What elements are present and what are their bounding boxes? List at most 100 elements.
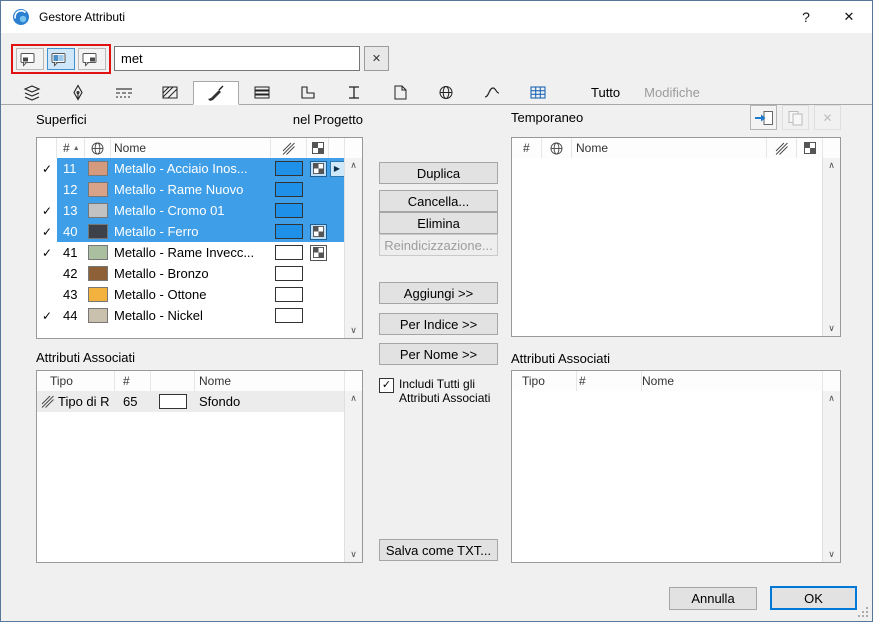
salva-txt-button[interactable]: Salva come TXT... [379,539,498,561]
row-number: 42 [57,263,85,284]
table-row[interactable]: ✓ 11 Metallo - Acciaio Inos... ▶ [37,158,345,179]
table-row[interactable]: ✓ 44 Metallo - Nickel [37,305,345,326]
tab-stili-markup[interactable] [377,81,423,104]
column-fill-type[interactable] [271,138,307,158]
vertical-scrollbar[interactable]: ∧ ∨ [344,391,362,562]
table-row[interactable]: 43 Metallo - Ottone [37,284,345,305]
surface-color-box[interactable] [275,224,303,239]
row-check[interactable]: ✓ [37,221,57,242]
elimina-button[interactable]: Elimina [379,212,498,234]
surface-color-box[interactable] [275,182,303,197]
help-button[interactable]: ? [786,1,826,33]
cities-globe-icon [435,84,457,101]
texture-button[interactable] [310,224,327,240]
temporary-table-body [512,158,823,336]
scroll-down-icon[interactable]: ∨ [823,321,840,336]
tab-sistemi-mep[interactable] [515,81,561,104]
row-name: Metallo - Nickel [111,305,271,326]
scroll-up-icon[interactable]: ∧ [823,391,840,406]
texture-cell [307,158,329,179]
surface-color-box[interactable] [275,203,303,218]
tab-superfici[interactable] [193,81,239,105]
row-check[interactable] [37,179,57,200]
tab-citta[interactable] [423,81,469,104]
assoc-table-body: Tipo di R 65 Sfondo [37,391,345,562]
close-button[interactable]: ✕ [826,1,872,33]
table-row[interactable]: 12 Metallo - Rame Nuovo [37,179,345,200]
tab-categorie-zona[interactable] [331,81,377,104]
attribute-type-tabstrip: Tutto Modifiche [1,81,872,105]
color-box-cell [271,158,307,179]
tab-penne[interactable] [55,81,101,104]
duplica-button[interactable]: Duplica [379,162,498,184]
right-panel-header: Temporaneo ✕ [511,105,841,130]
row-check[interactable]: ✓ [37,305,57,326]
scroll-down-icon[interactable]: ∨ [345,547,362,562]
tab-lucidi[interactable] [9,81,55,104]
scroll-down-icon[interactable]: ∨ [823,547,840,562]
search-input[interactable] [114,46,360,71]
tab-retini[interactable] [147,81,193,104]
tab-profili-operativi[interactable] [469,81,515,104]
temporary-toolbar: ✕ [750,105,841,130]
associated-attribute-row[interactable]: Tipo di R 65 Sfondo [37,391,345,412]
row-check[interactable] [37,263,57,284]
left-panel-title: Superfici [36,112,87,127]
surface-color-box[interactable] [275,287,303,302]
right-assoc-header: Attributi Associati [511,350,841,366]
checkbox-label: Includi Tutti gli Attributi Associati [399,377,500,405]
color-box-cell [271,179,307,200]
hatch-icon [41,395,54,408]
tab-stratigrafie[interactable] [239,81,285,104]
resize-grip[interactable] [856,605,869,618]
scroll-up-icon[interactable]: ∧ [345,391,362,406]
show-temporary-pane-button[interactable] [78,48,106,70]
show-both-panes-button[interactable] [47,48,75,70]
table-row[interactable]: ✓ 40 Metallo - Ferro [37,221,345,242]
row-check[interactable]: ✓ [37,158,57,179]
ok-button[interactable]: OK [770,586,857,610]
texture-button[interactable] [310,245,327,261]
scroll-up-icon[interactable]: ∧ [823,158,840,173]
import-attributes-button[interactable] [750,105,777,130]
aggiungi-button[interactable]: Aggiungi >> [379,282,498,304]
tab-tipi-linea[interactable] [101,81,147,104]
column-globe[interactable] [85,138,111,158]
row-check[interactable] [37,284,57,305]
column-texture[interactable] [307,138,329,158]
row-check[interactable]: ✓ [37,200,57,221]
table-row[interactable]: ✓ 41 Metallo - Rame Invecc... [37,242,345,263]
tab-profili[interactable] [285,81,331,104]
checkbox[interactable]: ✓ [379,378,394,393]
surface-color-box[interactable] [275,161,303,176]
row-check[interactable]: ✓ [37,242,57,263]
operation-profiles-icon [481,84,503,101]
surface-color-box[interactable] [275,266,303,281]
scroll-up-icon[interactable]: ∧ [345,158,362,173]
vertical-scrollbar[interactable]: ∧ ∨ [822,158,840,336]
scroll-down-icon[interactable]: ∨ [345,323,362,338]
vertical-scrollbar[interactable]: ∧ ∨ [344,158,362,338]
per-indice-button[interactable]: Per Indice >> [379,313,498,335]
tab-tutto[interactable]: Tutto [579,81,632,104]
vertical-scrollbar[interactable]: ∧ ∨ [822,391,840,562]
column-name[interactable]: Nome [111,138,271,158]
per-nome-button[interactable]: Per Nome >> [379,343,498,365]
clear-search-button[interactable]: ✕ [364,46,389,71]
composites-icon [251,84,273,101]
include-associated-checkbox-row[interactable]: ✓ Includi Tutti gli Attributi Associati [379,377,500,405]
color-box-cell [151,391,195,412]
expand-row-button[interactable]: ▶ [330,161,345,177]
table-row[interactable]: ✓ 13 Metallo - Cromo 01 [37,200,345,221]
reindicizzazione-button: Reindicizzazione... [379,234,498,256]
surface-color-box[interactable] [275,245,303,260]
table-row[interactable]: 42 Metallo - Bronzo [37,263,345,284]
surface-color-box[interactable] [275,308,303,323]
texture-button[interactable] [310,161,327,177]
annulla-button[interactable]: Annulla [669,587,757,610]
row-number: 11 [57,158,85,179]
column-number[interactable]: #▲ [57,138,85,158]
color-box-cell [271,242,307,263]
cancella-button[interactable]: Cancella... [379,190,498,212]
show-project-pane-button[interactable] [16,48,44,70]
